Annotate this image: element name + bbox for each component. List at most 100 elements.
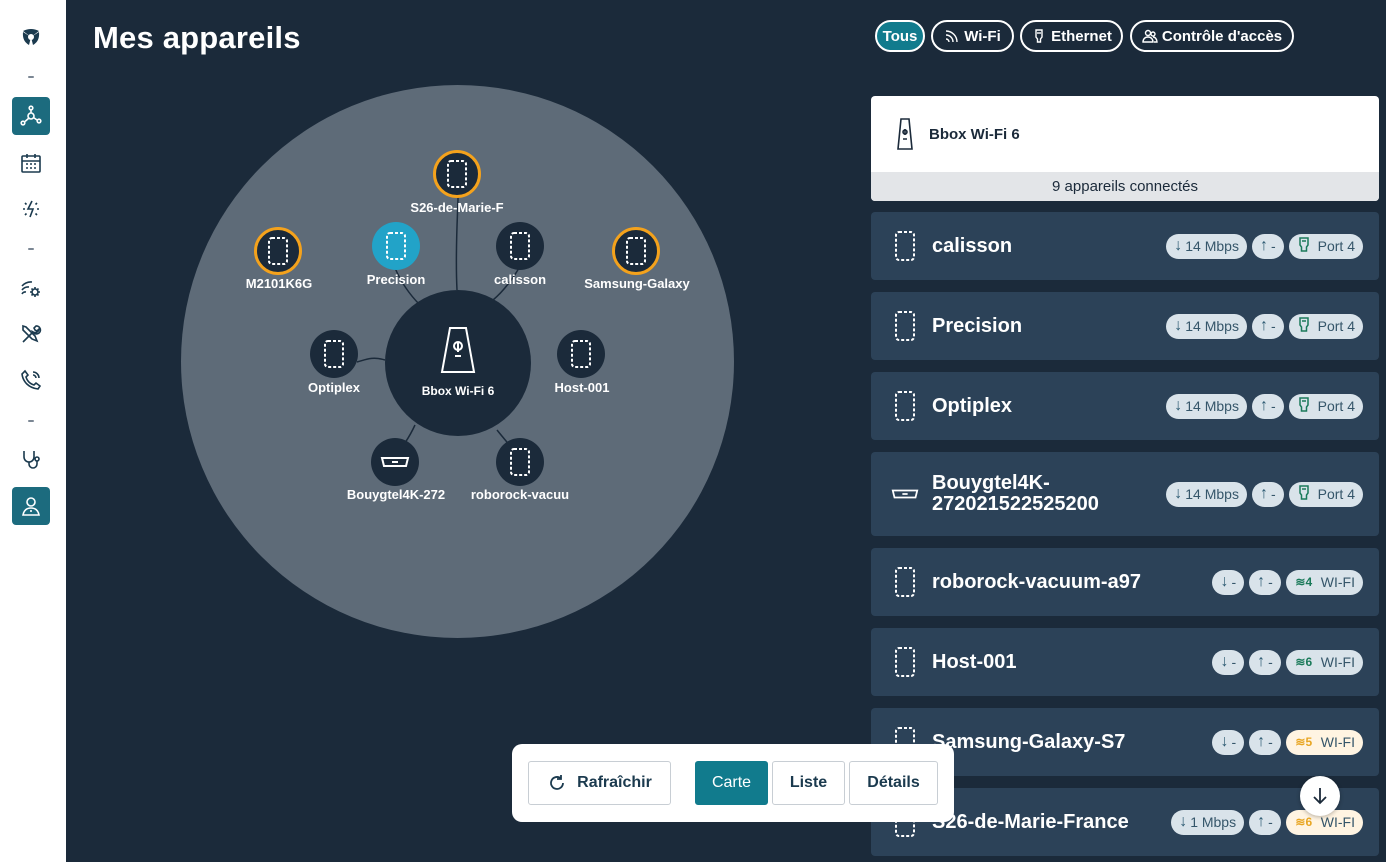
sidebar-item-account[interactable]: [12, 487, 50, 525]
upload-badge: ↑ -: [1249, 569, 1281, 595]
bbox-name: Bbox Wi-Fi 6: [929, 125, 1020, 143]
details-view-button[interactable]: Détails: [849, 761, 938, 805]
hub-label: Bbox Wi-Fi 6: [421, 384, 495, 398]
device-badges: ↓ 1 Mbps ↑ - ≋ 6 WI-FI: [1171, 809, 1363, 835]
arrow-up-icon: ↑: [1259, 317, 1268, 334]
device-badges: ↓ 14 Mbps ↑ - Port 4: [1166, 233, 1363, 259]
arrow-up-icon: ↑: [1259, 237, 1268, 254]
filter-access-control[interactable]: Contrôle d'accès: [1130, 20, 1294, 52]
arrow-up-icon: ↑: [1257, 653, 1266, 670]
page-title: Mes appareils: [93, 20, 301, 55]
wifi-band-icon: ≋ 6: [1295, 655, 1313, 669]
download-badge: ↓ -: [1212, 729, 1245, 755]
upload-badge: ↑ -: [1249, 729, 1281, 755]
device-row[interactable]: calisson ↓ 14 Mbps ↑ - Port 4: [871, 212, 1379, 280]
list-view-label: Liste: [789, 774, 828, 791]
map-view-button[interactable]: Carte: [695, 761, 768, 805]
device-icon: [386, 232, 406, 260]
arrow-down-icon: ↓: [1220, 653, 1229, 670]
link-label: Port 4: [1317, 318, 1355, 334]
sidebar-item-phone[interactable]: [12, 361, 50, 399]
refresh-icon: [550, 775, 565, 790]
map-node-precision[interactable]: [372, 222, 420, 270]
map-node-optiplex[interactable]: [310, 330, 358, 378]
bbox-hub-node[interactable]: Bbox Wi-Fi 6: [385, 290, 531, 436]
device-row[interactable]: Optiplex ↓ 14 Mbps ↑ - Port 4: [871, 372, 1379, 440]
link-label: WI-FI: [1320, 814, 1355, 830]
ethernet-plug-icon: [1297, 396, 1315, 416]
map-node-label: S26-de-Marie-F: [410, 200, 504, 215]
sidebar-item-network-map[interactable]: [12, 97, 50, 135]
map-node-calisson[interactable]: [496, 222, 544, 270]
device-badges: ↓ - ↑ - ≋ 5 WI-FI: [1212, 729, 1363, 755]
upload-badge: ↑ -: [1251, 481, 1284, 507]
sidebar-divider: [28, 248, 34, 250]
device-icon: [891, 565, 919, 599]
wifi-band-icon: ≋ 5: [1295, 735, 1313, 749]
bbox-card-header: Bbox Wi-Fi 6: [871, 96, 1379, 172]
filter-wifi[interactable]: Wi-Fi: [931, 20, 1014, 52]
arrow-down-icon: ↓: [1174, 485, 1183, 502]
link-label: WI-FI: [1320, 574, 1355, 590]
link-badge: Port 4: [1288, 393, 1363, 419]
map-node-label: calisson: [493, 272, 547, 287]
arrow-up-icon: ↑: [1259, 397, 1268, 414]
device-name: calisson: [932, 234, 1013, 257]
refresh-button[interactable]: Rafraîchir: [528, 761, 671, 805]
sidebar-item-diagnostic[interactable]: [12, 441, 50, 479]
list-view-button[interactable]: Liste: [772, 761, 845, 805]
download-badge: ↓ 14 Mbps: [1166, 481, 1247, 507]
sidebar-divider: [28, 76, 34, 78]
arrow-down-icon: ↓: [1174, 397, 1183, 414]
device-icon: [891, 309, 919, 343]
router-icon: [897, 118, 913, 150]
link-badge: Port 4: [1288, 313, 1363, 339]
link-label: WI-FI: [1320, 654, 1355, 670]
device-row[interactable]: Bouygtel4K- 272021522525200 ↓ 14 Mbps ↑ - Po…: [871, 452, 1379, 536]
arrow-down-icon: ↓: [1220, 733, 1229, 750]
sidebar-item-calendar[interactable]: [12, 144, 50, 182]
device-icon: [891, 389, 919, 423]
map-node-host001[interactable]: [557, 330, 605, 378]
ethernet-plug-icon: [1297, 236, 1315, 256]
device-badges: ↓ 14 Mbps ↑ - Port 4: [1166, 481, 1363, 507]
device-name: Samsung-Galaxy-S7: [932, 730, 1126, 753]
scroll-down-button[interactable]: [1300, 776, 1340, 816]
map-node-bouygtel4k[interactable]: [371, 438, 419, 486]
device-row[interactable]: Host-001 ↓ - ↑ - ≋ 6 WI-FI: [871, 628, 1379, 696]
link-label: WI-FI: [1320, 734, 1355, 750]
link-label: Port 4: [1317, 398, 1355, 414]
device-row[interactable]: Precision ↓ 14 Mbps ↑ - Port 4: [871, 292, 1379, 360]
router-icon: [440, 327, 476, 373]
upload-badge: ↑ -: [1249, 809, 1281, 835]
device-icon: [891, 229, 919, 263]
device-badges: ↓ 14 Mbps ↑ - Port 4: [1166, 393, 1363, 419]
bbox-logo-icon[interactable]: [12, 18, 50, 56]
filter-ethernet[interactable]: Ethernet: [1020, 20, 1123, 52]
tv-decoder-icon: [891, 477, 919, 511]
sidebar-item-power-icon[interactable]: [12, 190, 50, 228]
map-node-roborock[interactable]: [496, 438, 544, 486]
map-node-s26[interactable]: [433, 150, 481, 198]
device-name: Bouygtel4K- 272021522525200: [932, 472, 1099, 515]
device-row[interactable]: roborock-vacuum-a97 ↓ - ↑ - ≋ 4 WI-FI: [871, 548, 1379, 616]
bbox-card[interactable]: Bbox Wi-Fi 6 9 appareils connectés: [871, 96, 1379, 201]
sidebar-item-wifi-settings[interactable]: [12, 270, 50, 308]
device-icon: [571, 340, 591, 368]
upload-badge: ↑ -: [1251, 233, 1284, 259]
wifi-band-icon: ≋ 6: [1295, 815, 1313, 829]
map-node-m2101k6g[interactable]: [254, 227, 302, 275]
download-value: 14 Mbps: [1185, 398, 1239, 414]
download-value: -: [1231, 654, 1237, 670]
device-name: Host-001: [932, 650, 1017, 673]
sidebar-item-tools[interactable]: [12, 315, 50, 353]
map-node-label: M2101K6G: [245, 276, 313, 291]
map-node-samsung[interactable]: [612, 227, 660, 275]
link-badge: ≋ 4 WI-FI: [1285, 569, 1363, 595]
upload-value: -: [1268, 734, 1273, 750]
wifi-band-label: 6: [1305, 815, 1313, 829]
device-name: roborock-vacuum-a97: [932, 570, 1141, 593]
filter-all[interactable]: Tous: [875, 20, 925, 52]
device-badges: ↓ - ↑ - ≋ 6 WI-FI: [1212, 649, 1363, 675]
download-value: 14 Mbps: [1185, 318, 1239, 334]
